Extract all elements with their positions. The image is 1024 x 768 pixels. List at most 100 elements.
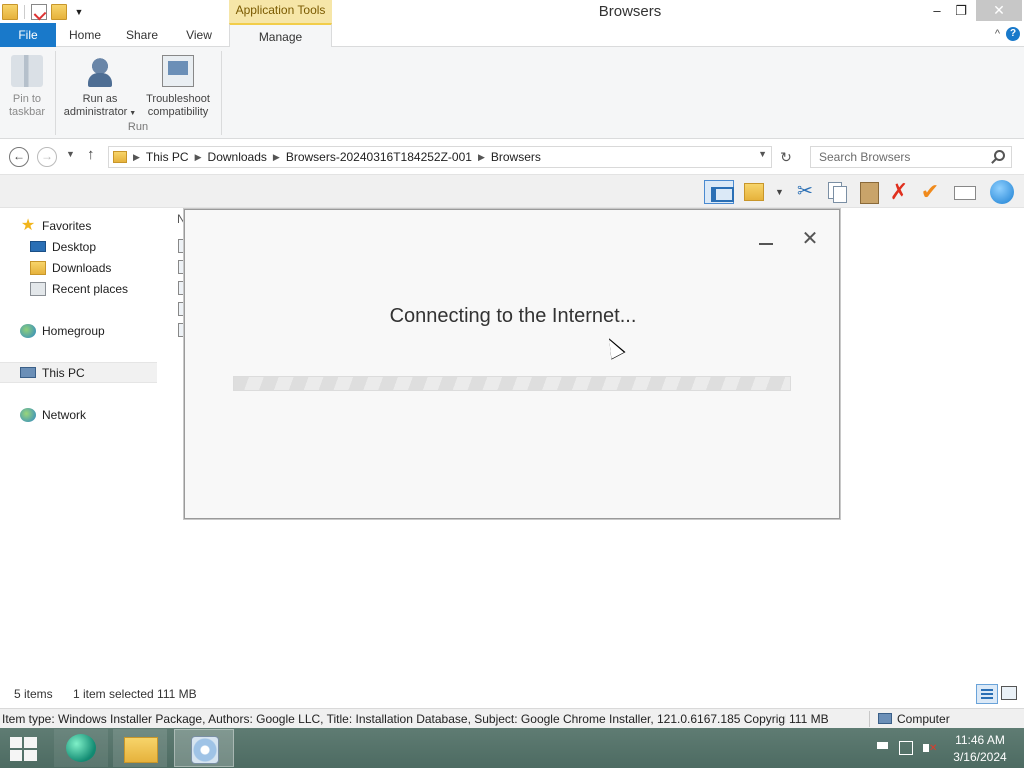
ribbon-group-divider [221, 51, 222, 135]
pin-icon [11, 55, 43, 87]
chevron-down-icon[interactable]: ▼ [758, 149, 767, 159]
connection-status-text: Connecting to the Internet... [389, 305, 637, 327]
taskbar-app-file-explorer[interactable] [113, 729, 167, 767]
tab-view[interactable]: View [172, 23, 226, 47]
clock-date[interactable]: 3/16/2024 [944, 750, 1016, 764]
network-icon [20, 407, 36, 422]
recent-locations-button[interactable]: ▼ [66, 149, 75, 159]
network-icon[interactable] [899, 741, 913, 755]
action-center-flag-icon[interactable] [874, 741, 888, 755]
breadcrumb-this-pc[interactable]: This PC [146, 150, 189, 164]
paste-icon[interactable] [857, 180, 881, 204]
collapse-ribbon-icon[interactable]: ^ [995, 28, 1000, 40]
tab-file[interactable]: File [0, 23, 56, 47]
downloads-folder-icon [30, 260, 46, 275]
sidebar-item-label: Recent places [52, 281, 129, 296]
tab-share[interactable]: Share [114, 23, 170, 47]
sidebar-item-downloads[interactable]: Downloads [0, 257, 157, 278]
close-button[interactable]: ✕ [976, 0, 1022, 21]
refresh-button[interactable]: ↻ [776, 146, 796, 168]
pin-to-taskbar-button[interactable]: Pin to taskbar [4, 55, 50, 119]
star-icon: ★ [20, 216, 36, 234]
sidebar-item-desktop[interactable]: Desktop [0, 236, 157, 257]
folder-icon [113, 151, 127, 163]
sidebar-item-recent-places[interactable]: Recent places [0, 278, 157, 299]
tab-home[interactable]: Home [58, 23, 112, 47]
details-bar: Item type: Windows Installer Package, Au… [0, 708, 1024, 728]
clock-time[interactable]: 11:46 AM [944, 733, 1016, 747]
customize-qat-icon[interactable]: ▼ [71, 4, 87, 20]
search-placeholder: Search Browsers [819, 150, 911, 164]
search-icon[interactable] [994, 150, 1005, 161]
globe-icon[interactable] [990, 180, 1014, 204]
ribbon-controls: ^ ? [995, 27, 1020, 41]
restore-button[interactable]: ❐ [946, 0, 976, 21]
ribbon-tabs: File Home Share View Manage ^ ? [0, 23, 1024, 47]
breadcrumb-browsers[interactable]: Browsers [491, 150, 541, 164]
sidebar-item-label: Downloads [52, 260, 112, 275]
windows-logo-icon [10, 737, 22, 748]
taskbar: 11:46 AM 3/16/2024 [0, 728, 1024, 768]
sidebar-item-network[interactable]: Network [0, 404, 157, 425]
delete-icon[interactable]: ✗ [887, 180, 911, 204]
sidebar-item-favorites[interactable]: ★ Favorites [0, 215, 157, 236]
cut-icon[interactable]: ✂ [793, 180, 817, 204]
details-separator [869, 711, 870, 727]
windows-logo-icon [10, 750, 22, 761]
run-as-label-line1: Run as [82, 93, 118, 105]
details-view-icon[interactable] [976, 684, 998, 704]
dialog-close-button[interactable]: ✕ [801, 229, 819, 249]
run-as-administrator-button[interactable]: Run as administrator ▼ [60, 55, 140, 120]
volume-muted-icon[interactable] [923, 741, 937, 755]
new-folder-icon[interactable] [51, 4, 67, 20]
forward-button[interactable]: → [37, 147, 57, 167]
qat-separator [24, 5, 25, 19]
folder-icon[interactable] [744, 183, 764, 201]
large-icons-view-icon[interactable] [1001, 686, 1017, 700]
copy-icon[interactable] [825, 180, 849, 204]
address-bar[interactable]: ▶ This PC ▶ Downloads ▶ Browsers-2024031… [108, 146, 772, 168]
location-zone: Computer [897, 712, 950, 726]
taskbar-app-installer[interactable] [174, 729, 234, 767]
status-bar: 5 items 1 item selected 111 MB [0, 678, 1024, 708]
pin-label-line2: taskbar [8, 106, 46, 118]
sidebar-item-label: Favorites [42, 218, 92, 233]
up-button[interactable]: ↑ [87, 146, 95, 163]
chevron-right-icon[interactable]: ▶ [195, 152, 202, 163]
troubleshoot-icon [162, 55, 194, 87]
sidebar-item-this-pc[interactable]: This PC [0, 362, 157, 383]
file-size: 111 MB [789, 712, 829, 726]
ribbon-body: Pin to taskbar Run as administrator ▼ Tr… [0, 47, 1024, 139]
properties-icon[interactable] [31, 4, 47, 20]
tab-manage[interactable]: Manage [229, 23, 332, 47]
sidebar-item-homegroup[interactable]: Homegroup [0, 320, 157, 341]
computer-icon [878, 713, 892, 724]
troubleshoot-label-line2: compatibility [147, 106, 209, 118]
start-button[interactable] [6, 736, 40, 762]
rename-icon[interactable] [952, 180, 976, 204]
chevron-right-icon[interactable]: ▶ [478, 152, 485, 163]
sidebar-item-label: Network [42, 407, 87, 422]
check-icon[interactable]: ✔ [918, 180, 942, 204]
file-details-text: Item type: Windows Installer Package, Au… [2, 712, 786, 726]
folder-icon[interactable] [2, 4, 18, 20]
pin-label-line1: Pin to [12, 93, 42, 105]
search-input[interactable]: Search Browsers [810, 146, 1012, 168]
troubleshoot-compatibility-button[interactable]: Troubleshoot compatibility [142, 55, 214, 119]
dialog-minimize-button[interactable] [759, 232, 773, 246]
breadcrumb-downloads[interactable]: Downloads [208, 150, 267, 164]
recent-places-icon [30, 281, 46, 296]
ribbon-group-label-run: Run [127, 121, 149, 133]
taskbar-app-edge[interactable] [54, 729, 108, 767]
chevron-down-icon[interactable]: ▼ [775, 187, 784, 197]
window-title: Browsers [598, 3, 662, 20]
breadcrumb-browsers-archive[interactable]: Browsers-20240316T184252Z-001 [286, 150, 472, 164]
sidebar-item-label: This PC [42, 365, 85, 380]
back-button[interactable]: ← [9, 147, 29, 167]
chevron-right-icon[interactable]: ▶ [273, 152, 280, 163]
navigation-bar: ← → ▼ ↑ ▶ This PC ▶ Downloads ▶ Browsers… [0, 140, 1024, 174]
item-count: 5 items [14, 687, 53, 701]
help-icon[interactable]: ? [1006, 27, 1020, 41]
windows-logo-icon [24, 737, 37, 748]
preview-pane-icon[interactable] [704, 180, 734, 204]
